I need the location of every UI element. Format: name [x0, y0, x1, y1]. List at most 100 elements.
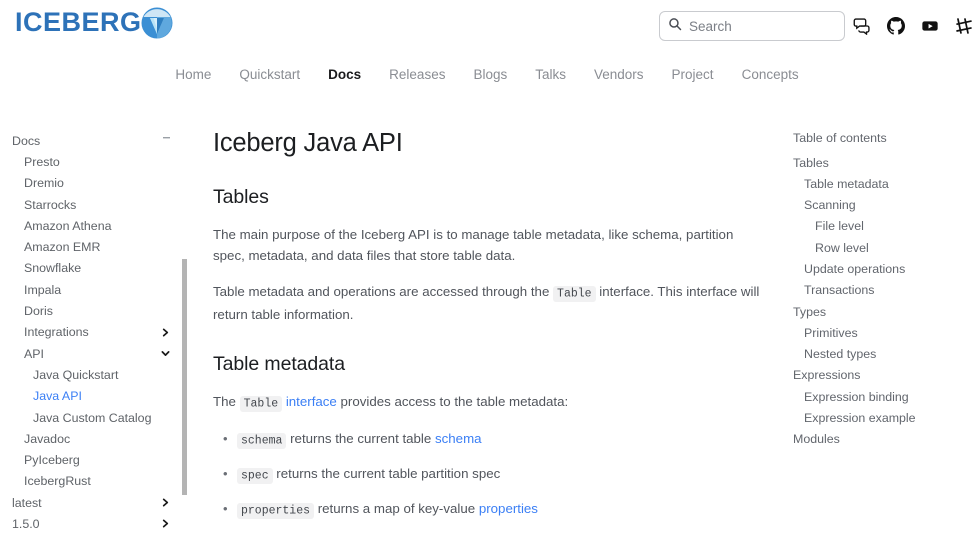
- toc-item-expression-example[interactable]: Expression example: [793, 408, 974, 429]
- toc-item-expressions[interactable]: Expressions: [793, 365, 974, 386]
- sidebar-item-label: Snowflake: [24, 261, 82, 276]
- text-fragment: returns the current table: [286, 431, 435, 446]
- nav-item-releases[interactable]: Releases: [375, 67, 459, 82]
- inline-code-schema: schema: [237, 432, 287, 449]
- sidebar-item-label: Dremio: [24, 176, 64, 191]
- sidebar-item-api[interactable]: API: [0, 343, 190, 364]
- brand-home-link[interactable]: ICEBERG: [15, 6, 173, 39]
- inline-code-table: Table: [239, 395, 283, 412]
- sidebar-item-label: 1.5.0: [12, 516, 40, 531]
- sidebar-item-label: Amazon EMR: [24, 240, 101, 255]
- sidebar-item-pyiceberg[interactable]: PyIceberg: [0, 449, 190, 470]
- toc-item-modules[interactable]: Modules: [793, 429, 974, 450]
- nav-item-project[interactable]: Project: [658, 67, 728, 82]
- sidebar-item-java-quickstart[interactable]: Java Quickstart: [0, 364, 190, 385]
- nav-item-quickstart[interactable]: Quickstart: [225, 67, 314, 82]
- sidebar-item-dremio[interactable]: Dremio: [0, 173, 190, 194]
- sidebar-item-label: IcebergRust: [24, 474, 91, 489]
- nav-item-vendors[interactable]: Vendors: [580, 67, 658, 82]
- page-body: Docs Presto Dremio Starrocks Amazon Athena Am…: [0, 92, 974, 536]
- inline-code-table: Table: [553, 285, 596, 302]
- sidebar-item-label: PyIceberg: [24, 453, 80, 468]
- sidebar-item-javadoc[interactable]: Javadoc: [0, 428, 190, 449]
- toc-item-table-metadata[interactable]: Table metadata: [793, 174, 974, 195]
- search-input[interactable]: [689, 18, 836, 34]
- sidebar-item-snowflake[interactable]: Snowflake: [0, 258, 190, 279]
- link-properties[interactable]: properties: [479, 501, 538, 516]
- sidebar-item-amazon-emr[interactable]: Amazon EMR: [0, 236, 190, 257]
- sidebar-item-starrocks[interactable]: Starrocks: [0, 194, 190, 215]
- link-schema[interactable]: schema: [435, 431, 482, 446]
- nav-item-blogs[interactable]: Blogs: [459, 67, 521, 82]
- sidebar-item-docs[interactable]: Docs: [0, 130, 190, 151]
- chevron-right-icon[interactable]: [161, 328, 170, 337]
- toc-item-transactions[interactable]: Transactions: [793, 280, 974, 301]
- toc-item-nested-types[interactable]: Nested types: [793, 344, 974, 365]
- sidebar-collapse-icon[interactable]: [163, 135, 170, 139]
- youtube-icon[interactable]: [921, 17, 939, 35]
- sidebar-item-label: Java API: [33, 389, 82, 404]
- toc-item-types[interactable]: Types: [793, 302, 974, 323]
- chevron-right-icon[interactable]: [161, 519, 170, 528]
- chevron-down-icon[interactable]: [161, 349, 170, 358]
- site-header: ICEBERG: [0, 0, 974, 56]
- toc-item-row-level[interactable]: Row level: [793, 238, 974, 259]
- sidebar-scrollbar-thumb[interactable]: [182, 259, 187, 495]
- inline-code-spec: spec: [237, 467, 273, 484]
- sidebar-item-label: API: [24, 346, 44, 361]
- sidebar-item-doris[interactable]: Doris: [0, 300, 190, 321]
- toc-item-scanning[interactable]: Scanning: [793, 195, 974, 216]
- sidebar-item-presto[interactable]: Presto: [0, 151, 190, 172]
- paragraph-table-metadata-intro: The Table interface provides access to t…: [213, 391, 761, 414]
- sidebar-item-label: Java Quickstart: [33, 367, 119, 382]
- toc-item-primitives[interactable]: Primitives: [793, 323, 974, 344]
- sidebar-item-latest[interactable]: latest: [0, 492, 190, 513]
- sidebar-item-java-api[interactable]: Java API: [0, 386, 190, 407]
- toc-item-expression-binding[interactable]: Expression binding: [793, 387, 974, 408]
- section-heading-table-metadata: Table metadata: [213, 353, 345, 375]
- search-icon: [668, 17, 682, 36]
- sidebar-item-label: Starrocks: [24, 197, 77, 212]
- nav-item-concepts[interactable]: Concepts: [728, 67, 813, 82]
- sidebar-item-java-custom-catalog[interactable]: Java Custom Catalog: [0, 407, 190, 428]
- sidebar-item-amazon-athena[interactable]: Amazon Athena: [0, 215, 190, 236]
- iceberg-logo-icon: [141, 7, 173, 39]
- chat-icon[interactable]: [853, 17, 871, 35]
- list-item: currentSnapshot returns the current tabl…: [223, 533, 761, 536]
- sidebar-item-label: Javadoc: [24, 431, 71, 446]
- text-fragment: Table metadata and operations are access…: [213, 284, 554, 299]
- text-fragment: returns a map of key-value: [314, 501, 479, 516]
- nav-item-home[interactable]: Home: [161, 67, 225, 82]
- sidebar-item-label: Doris: [24, 304, 53, 319]
- sidebar-item-label: Impala: [24, 282, 62, 297]
- inline-code-properties: properties: [237, 502, 315, 519]
- sidebar-item-label: latest: [12, 495, 42, 510]
- nav-item-docs[interactable]: Docs: [314, 67, 375, 82]
- sidebar-item-1-5-0[interactable]: 1.5.0: [0, 513, 190, 534]
- chevron-right-icon[interactable]: [161, 498, 170, 507]
- toc-item-tables[interactable]: Tables: [793, 153, 974, 174]
- sidebar-item-integrations[interactable]: Integrations: [0, 322, 190, 343]
- toc-item-file-level[interactable]: File level: [793, 216, 974, 237]
- sidebar-item-label: Integrations: [24, 325, 89, 340]
- page-title: Iceberg Java API: [213, 129, 403, 157]
- github-icon[interactable]: [887, 17, 905, 35]
- link-interface[interactable]: interface: [286, 394, 337, 409]
- main-content: Iceberg Java API Tables The main purpose…: [190, 128, 785, 536]
- list-item: schema returns the current table schema: [223, 428, 761, 451]
- table-of-contents: Table of contents Tables Table metadata Sc…: [785, 128, 974, 536]
- toc-item-update-operations[interactable]: Update operations: [793, 259, 974, 280]
- social-links: [853, 11, 973, 41]
- sidebar-item-label: Java Custom Catalog: [33, 410, 152, 425]
- sidebar-item-icebergrust[interactable]: IcebergRust: [0, 471, 190, 492]
- slack-icon[interactable]: [955, 17, 973, 35]
- search-box[interactable]: [659, 11, 845, 41]
- section-heading-tables: Tables: [213, 186, 269, 208]
- paragraph-table-interface: Table metadata and operations are access…: [213, 281, 761, 325]
- sidebar-item-impala[interactable]: Impala: [0, 279, 190, 300]
- nav-item-talks[interactable]: Talks: [521, 67, 580, 82]
- sidebar-item-label: Docs: [12, 133, 41, 148]
- text-fragment: returns the current table partition spec: [272, 466, 501, 481]
- metadata-method-list: schema returns the current table schemas…: [213, 428, 761, 536]
- docs-sidebar: Docs Presto Dremio Starrocks Amazon Athena Am…: [0, 128, 190, 536]
